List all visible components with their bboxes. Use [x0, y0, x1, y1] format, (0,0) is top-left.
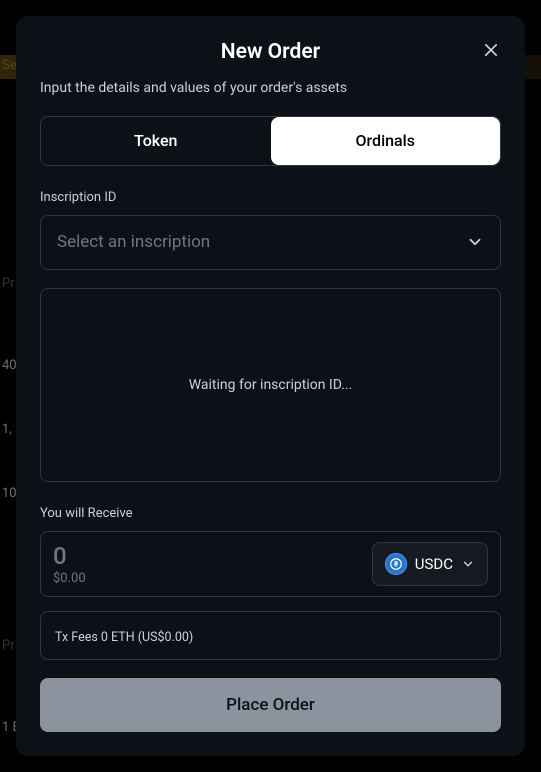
receive-amount-group: 0 $0.00	[53, 543, 86, 586]
tab-ordinals[interactable]: Ordinals	[271, 117, 501, 165]
tab-token[interactable]: Token	[41, 117, 271, 165]
chevron-down-icon	[461, 557, 475, 571]
receive-fiat-value: $0.00	[53, 571, 86, 586]
place-order-button[interactable]: Place Order	[40, 678, 501, 732]
receive-amount-input[interactable]: 0	[53, 543, 86, 569]
receive-label: You will Receive	[40, 506, 501, 521]
currency-selector[interactable]: USDC	[372, 542, 488, 586]
bottom-safe-area	[0, 756, 541, 772]
waiting-text: Waiting for inscription ID...	[189, 377, 353, 393]
receive-box: 0 $0.00 USDC	[40, 531, 501, 597]
currency-label: USDC	[415, 555, 453, 573]
order-type-tabs: Token Ordinals	[40, 116, 501, 166]
modal-header: New Order	[40, 40, 501, 64]
close-button[interactable]	[477, 36, 505, 64]
inscription-select[interactable]: Select an inscription	[40, 215, 501, 271]
modal-title: New Order	[40, 40, 501, 64]
tx-fees-box: Tx Fees 0 ETH (US$0.00)	[40, 611, 501, 660]
new-order-modal: New Order Input the details and values o…	[16, 16, 525, 756]
close-icon	[482, 41, 500, 59]
usdc-icon	[385, 553, 407, 575]
modal-subtitle: Input the details and values of your ord…	[40, 80, 501, 96]
tx-fees-text: Tx Fees 0 ETH (US$0.00)	[55, 630, 193, 645]
chevron-down-icon	[466, 233, 484, 251]
inscription-preview-box: Waiting for inscription ID...	[40, 288, 501, 482]
inscription-id-label: Inscription ID	[40, 190, 501, 205]
inscription-placeholder: Select an inscription	[57, 232, 210, 252]
